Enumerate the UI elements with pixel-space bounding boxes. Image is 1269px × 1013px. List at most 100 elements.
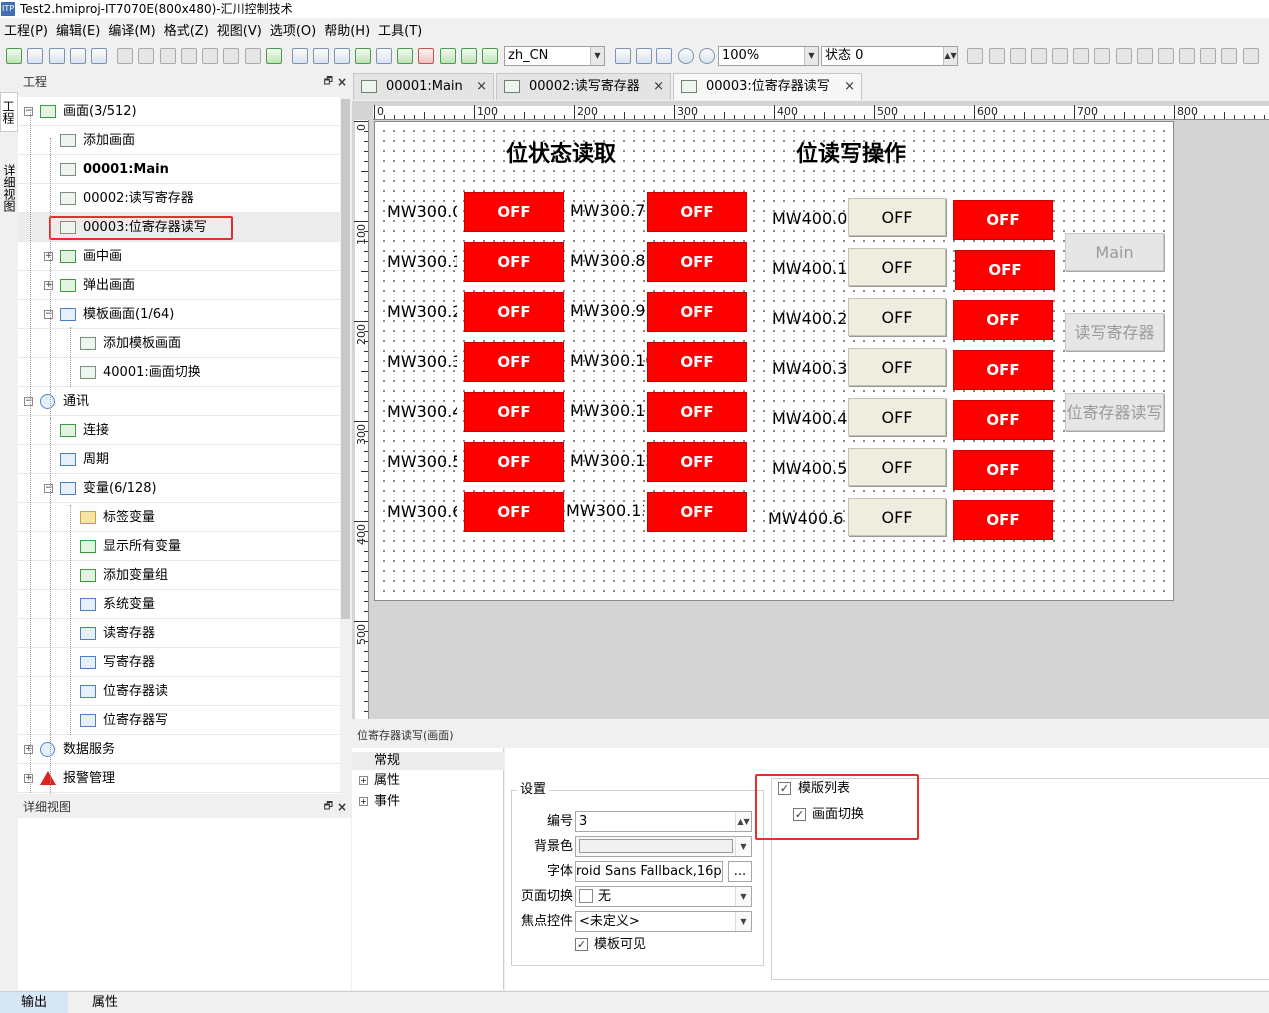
download-icon[interactable] [355,48,371,64]
pin-icon[interactable]: 🗗 [324,72,333,92]
title-bit-rw-operation[interactable]: 位读写操作 [796,142,906,168]
chevron-down-icon[interactable]: ▼ [735,887,751,906]
redo-icon[interactable] [138,48,154,64]
download-device-icon[interactable] [440,48,456,64]
pin-icon[interactable]: 🗗 [324,797,333,817]
close-icon[interactable]: × [337,72,347,92]
close-tab-icon[interactable]: × [653,74,664,99]
bit-toggle-button[interactable]: OFF [848,198,946,236]
compile-stop-icon[interactable] [313,48,329,64]
bit-status-lamp[interactable]: OFF [953,300,1053,340]
bit-toggle-button[interactable]: OFF [848,248,946,286]
tree-item[interactable]: 周期 [18,445,340,474]
grid-icon[interactable] [636,48,652,64]
bit-indicator-lamp[interactable]: OFF [464,192,564,232]
align-left-icon[interactable] [967,48,983,64]
bit-status-lamp[interactable]: OFF [953,400,1053,440]
tab-detail-view-vertical[interactable]: 详细视图 [0,158,18,218]
spin-icon[interactable]: ▲▼ [735,812,751,831]
tree-scrollbar[interactable] [340,97,351,794]
expand-icon[interactable]: + [24,745,33,754]
tree-item[interactable]: 读寄存器 [18,619,340,648]
bit-status-lamp[interactable]: OFF [955,250,1055,290]
nav-button-readwrite-register[interactable]: 读写寄存器 [1065,313,1164,351]
refresh-icon[interactable] [397,48,413,64]
close-tab-icon[interactable]: × [844,74,855,99]
tree-item[interactable]: − 模板画面(1/64) [18,300,340,329]
copy-icon[interactable] [181,48,197,64]
same-width-icon[interactable] [1094,48,1110,64]
tree-item[interactable]: 标签变量 [18,503,340,532]
bit-indicator-lamp[interactable]: OFF [647,192,747,232]
paste-icon[interactable] [202,48,218,64]
nav-button-bit-register[interactable]: 位寄存器读写 [1065,393,1164,431]
number-field[interactable]: 3 ▲▼ [575,811,752,832]
close-icon[interactable]: × [337,797,347,817]
cut-icon[interactable] [160,48,176,64]
close-project-icon[interactable] [49,48,65,64]
tree-item[interactable]: 显示所有变量 [18,532,340,561]
more-icon[interactable] [1243,48,1259,64]
bit-status-lamp[interactable]: OFF [953,450,1053,490]
bit-indicator-lamp[interactable]: OFF [464,392,564,432]
zoom-select[interactable]: 100% ▼ [718,46,819,66]
bit-indicator-lamp[interactable]: OFF [647,292,747,332]
delete-icon[interactable] [223,48,239,64]
rotate-icon[interactable] [1200,48,1216,64]
font-field[interactable]: roid Sans Fallback,16px [575,861,723,882]
flip-icon[interactable] [1221,48,1237,64]
bit-indicator-lamp[interactable]: OFF [464,442,564,482]
undo-icon[interactable] [117,48,133,64]
open-icon[interactable] [27,48,43,64]
bit-toggle-button[interactable]: OFF [848,298,946,336]
tree-item[interactable]: 写寄存器 [18,648,340,677]
tree-item[interactable]: 添加画面 [18,126,340,155]
bit-status-lamp[interactable]: OFF [953,200,1053,240]
simulate-icon[interactable] [334,48,350,64]
title-bit-status-read[interactable]: 位状态读取 [506,142,616,168]
expand-icon[interactable]: + [359,776,368,785]
bit-indicator-lamp[interactable]: OFF [647,442,747,482]
zoom-in-icon[interactable] [678,48,694,64]
distribute-icon[interactable] [1158,48,1174,64]
tree-item[interactable]: + 弹出画面 [18,271,340,300]
bit-indicator-lamp[interactable]: OFF [647,342,747,382]
state-select[interactable]: 状态 0 ▲▼ [821,46,958,66]
expand-icon[interactable]: + [44,281,53,290]
tree-item[interactable]: 位寄存器读 [18,677,340,706]
expand-icon[interactable]: + [24,774,33,783]
page-switch-select[interactable]: 无 ▼ [575,886,752,907]
bit-toggle-button[interactable]: OFF [848,448,946,486]
expand-icon[interactable]: + [44,252,53,261]
print-icon[interactable] [91,48,107,64]
tree-item[interactable]: − 画面(3/512) [18,97,340,126]
bit-toggle-button[interactable]: OFF [848,398,946,436]
bit-indicator-lamp[interactable]: OFF [647,492,747,532]
chevron-down-icon[interactable]: ▼ [735,837,751,856]
collapse-icon[interactable]: − [24,107,33,116]
bicycle-icon[interactable] [615,48,631,64]
compile-icon[interactable] [292,48,308,64]
tree-item[interactable]: + 画中画 [18,242,340,271]
download-device2-icon[interactable] [461,48,477,64]
scrollbar-thumb[interactable] [341,99,350,619]
menu-help[interactable]: 帮助(H) [320,22,374,42]
align-bottom-icon[interactable] [1073,48,1089,64]
find-icon[interactable] [266,48,282,64]
menu-format[interactable]: 格式(Z) [160,22,213,42]
tree-item[interactable]: 添加变量组 [18,561,340,590]
align-top-icon[interactable] [1031,48,1047,64]
focus-control-select[interactable]: <未定义> ▼ [575,911,752,932]
bit-toggle-button[interactable]: OFF [848,498,946,536]
bit-indicator-lamp[interactable]: OFF [464,342,564,382]
tab-00001-main[interactable]: 00001:Main × [353,73,494,100]
section-events[interactable]: + 事件 [352,793,504,811]
section-attributes[interactable]: + 属性 [352,772,504,790]
language-select[interactable]: zh_CN ▼ [504,46,605,66]
tree-item[interactable]: 00001:Main [18,155,340,184]
upload-icon[interactable] [376,48,392,64]
bit-indicator-lamp[interactable]: OFF [647,392,747,432]
bit-indicator-lamp[interactable]: OFF [647,242,747,282]
network-icon[interactable] [418,48,434,64]
section-general[interactable]: 常规 [352,752,504,770]
